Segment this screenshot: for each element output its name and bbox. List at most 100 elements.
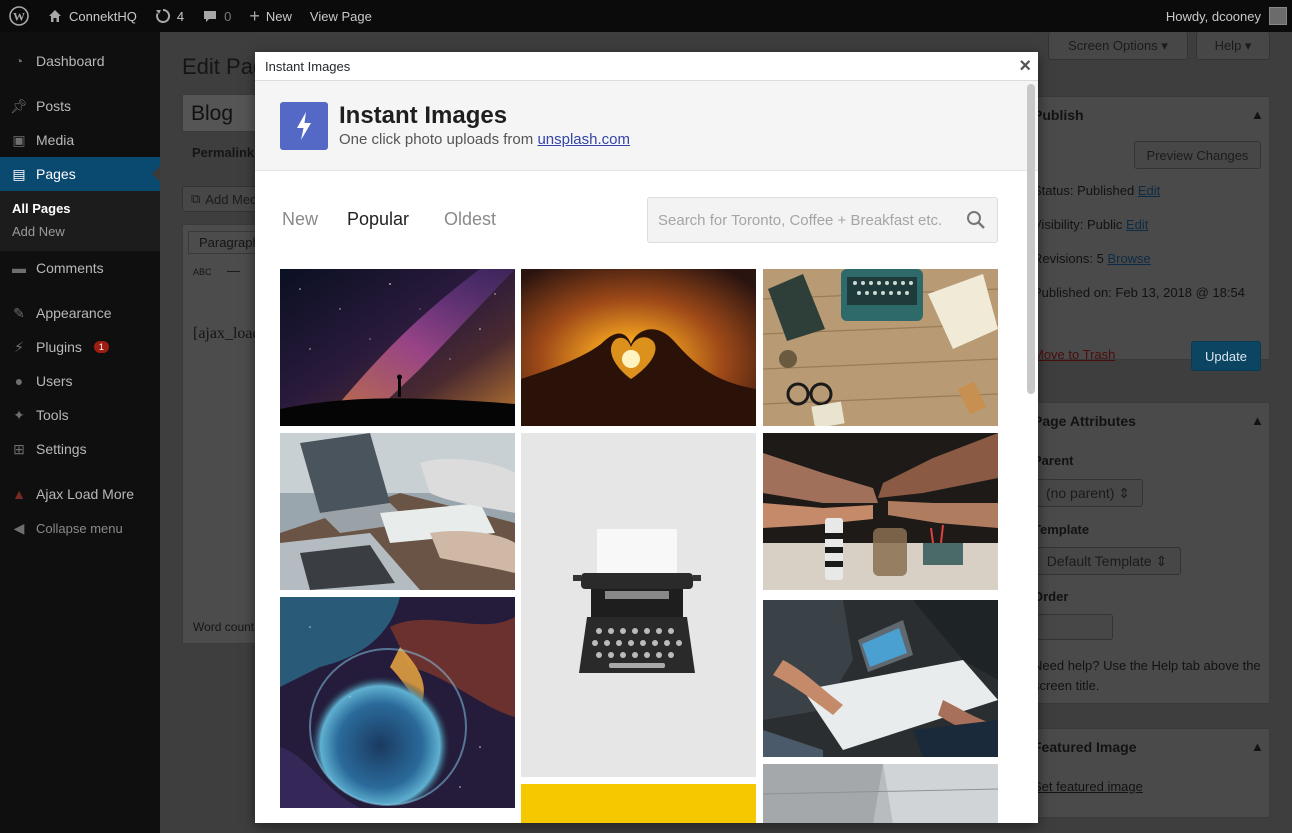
submenu-add-new[interactable]: Add New bbox=[0, 220, 160, 243]
menu-item-comments[interactable]: ▬ Comments bbox=[0, 251, 160, 285]
photo-yellow[interactable] bbox=[521, 784, 756, 823]
order-input[interactable] bbox=[1033, 614, 1113, 640]
home-icon bbox=[49, 10, 61, 22]
visibility-text: Visibility: Public Edit bbox=[1033, 217, 1149, 232]
new-label: New bbox=[265, 8, 292, 24]
menu-label: Dashboard bbox=[36, 53, 105, 69]
move-to-trash-link[interactable]: Move to Trash bbox=[1033, 347, 1115, 362]
menu-label: Ajax Load More bbox=[36, 486, 135, 502]
instant-images-modal: Instant Images × Instant Images One clic… bbox=[255, 52, 1038, 823]
menu-item-collapse[interactable]: ◀ Collapse menu bbox=[0, 511, 160, 545]
photo-typewriter[interactable] bbox=[521, 433, 756, 777]
photo-team-fist-bump[interactable] bbox=[763, 433, 998, 590]
photo-milky-way[interactable] bbox=[280, 269, 515, 426]
search-input[interactable] bbox=[658, 211, 953, 229]
publish-box: Publish ▲ Preview Changes Status: Publis… bbox=[1020, 96, 1270, 371]
parent-select[interactable]: (no parent) ⇕ bbox=[1033, 479, 1143, 507]
screen-options-button[interactable]: Screen Options ▾ bbox=[1048, 32, 1188, 60]
modal-window-title: Instant Images bbox=[265, 58, 351, 74]
updates-icon bbox=[155, 8, 170, 23]
tab-oldest[interactable]: Oldest bbox=[444, 209, 496, 230]
tab-popular[interactable]: Popular bbox=[347, 209, 409, 230]
svg-text:W: W bbox=[13, 10, 25, 24]
collapse-arrow-icon[interactable]: ▲ bbox=[1251, 739, 1264, 754]
menu-item-settings[interactable]: ⊞ Settings bbox=[0, 432, 160, 466]
menu-label: Plugins bbox=[36, 339, 82, 355]
comments-icon: ▬ bbox=[12, 260, 26, 276]
menu-item-media[interactable]: ▣ Media bbox=[0, 123, 160, 157]
preview-changes-button[interactable]: Preview Changes bbox=[1134, 141, 1261, 169]
menu-item-tools[interactable]: ✦ Tools bbox=[0, 398, 160, 432]
plugin-icon: ⚡︎ bbox=[14, 338, 24, 355]
page-attributes-box: Page Attributes ▲ Parent (no parent) ⇕ T… bbox=[1020, 402, 1270, 704]
comments-count: 0 bbox=[224, 8, 232, 24]
photo-heart-hands-sunset[interactable] bbox=[521, 269, 756, 426]
template-select[interactable]: Default Template ⇕ bbox=[1033, 547, 1181, 575]
photo-laptop-workspace[interactable] bbox=[280, 433, 515, 590]
featured-image-box: Featured Image ▲ Set featured image bbox=[1020, 728, 1270, 818]
ajax-load-more-icon: ▲ bbox=[12, 486, 26, 502]
revisions-text: Revisions: 5 Browse bbox=[1033, 251, 1151, 266]
template-value: Default Template bbox=[1046, 553, 1152, 569]
updates-link[interactable]: 4 bbox=[146, 0, 193, 32]
site-name-link[interactable]: ConnektHQ bbox=[38, 0, 146, 32]
close-icon[interactable]: × bbox=[1019, 55, 1031, 78]
subtitle-text: One click photo uploads from bbox=[339, 131, 538, 148]
comment-bubble-icon bbox=[204, 11, 217, 22]
view-page-link[interactable]: View Page bbox=[301, 0, 381, 32]
wrench-icon: ✦ bbox=[13, 406, 25, 423]
menu-label: Settings bbox=[36, 441, 87, 457]
plus-icon: + bbox=[249, 6, 260, 26]
browse-link[interactable]: Browse bbox=[1107, 251, 1150, 266]
wordpress-logo-button[interactable]: W bbox=[0, 0, 38, 32]
scrollbar-thumb[interactable] bbox=[1027, 84, 1035, 394]
modal-titlebar: Instant Images × bbox=[255, 52, 1038, 81]
site-name: ConnektHQ bbox=[69, 8, 137, 24]
app-title: Instant Images bbox=[339, 102, 508, 129]
help-label: Help ▾ bbox=[1214, 37, 1252, 53]
photo-nebula[interactable] bbox=[280, 597, 515, 808]
menu-item-posts[interactable]: 📌︎ Posts bbox=[0, 89, 160, 123]
menu-label: Tools bbox=[36, 407, 69, 423]
update-button[interactable]: Update bbox=[1191, 341, 1261, 371]
status-edit-link[interactable]: Edit bbox=[1138, 183, 1160, 198]
visibility-edit-link[interactable]: Edit bbox=[1126, 217, 1148, 232]
menu-label: Posts bbox=[36, 98, 72, 114]
pin-icon: 📌︎ bbox=[10, 97, 28, 114]
search-icon[interactable] bbox=[966, 210, 986, 230]
admin-bar: W ConnektHQ 4 0 + New View Page Howdy, d… bbox=[0, 0, 1292, 32]
new-content-link[interactable]: + New bbox=[240, 0, 301, 32]
account-menu[interactable]: Howdy, dcooney bbox=[1166, 7, 1292, 25]
plugins-update-badge: 1 bbox=[93, 341, 109, 353]
settings-icon: ⊞ bbox=[13, 440, 25, 457]
comments-link[interactable]: 0 bbox=[193, 0, 240, 32]
strikethrough-icon[interactable]: ABC bbox=[193, 267, 212, 277]
photo-team-meeting[interactable] bbox=[763, 600, 998, 757]
set-featured-image-link[interactable]: Set featured image bbox=[1033, 779, 1143, 794]
photo-typewriter-desk[interactable] bbox=[763, 269, 998, 426]
unsplash-link[interactable]: unsplash.com bbox=[537, 131, 630, 148]
menu-label: Media bbox=[36, 132, 75, 148]
help-button[interactable]: Help ▾ bbox=[1196, 32, 1270, 60]
menu-item-dashboard[interactable]: ◔ Dashboard bbox=[0, 44, 160, 78]
menu-item-plugins[interactable]: ⚡︎ Plugins 1 bbox=[0, 330, 160, 364]
submenu-all-pages[interactable]: All Pages bbox=[0, 197, 160, 220]
horizontal-rule-icon[interactable]: — bbox=[227, 263, 240, 278]
collapse-arrow-icon[interactable]: ▲ bbox=[1251, 413, 1264, 428]
instant-images-toolbar: New Popular Oldest bbox=[255, 197, 1025, 243]
menu-label: Users bbox=[36, 373, 73, 389]
menu-label: Comments bbox=[36, 260, 104, 276]
photo-grey-texture[interactable] bbox=[763, 764, 998, 823]
menu-item-ajax-load-more[interactable]: ▲ Ajax Load More bbox=[0, 477, 160, 511]
updates-count: 4 bbox=[176, 8, 185, 24]
publish-title: Publish bbox=[1033, 107, 1084, 123]
modal-scrollbar[interactable] bbox=[1026, 82, 1036, 823]
collapse-arrow-icon[interactable]: ▲ bbox=[1251, 107, 1264, 122]
howdy-text: Howdy, dcooney bbox=[1165, 8, 1261, 24]
tab-new[interactable]: New bbox=[282, 209, 318, 230]
brush-icon: ✎ bbox=[13, 304, 25, 321]
users-icon: ● bbox=[14, 373, 24, 389]
menu-item-users[interactable]: ● Users bbox=[0, 364, 160, 398]
menu-item-pages[interactable]: ▤ Pages bbox=[0, 157, 160, 191]
menu-item-appearance[interactable]: ✎ Appearance bbox=[0, 296, 160, 330]
